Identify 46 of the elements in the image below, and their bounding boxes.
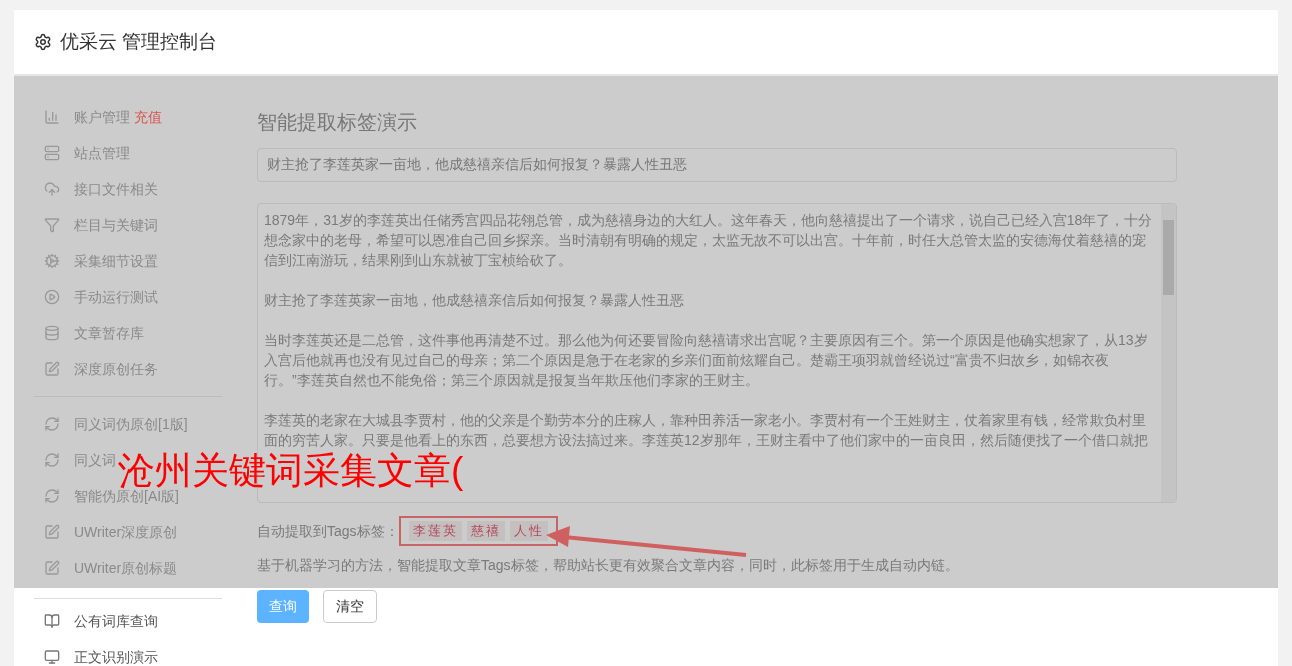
- sidebar-item[interactable]: 手动运行测试: [74, 286, 158, 308]
- tag[interactable]: 李莲英: [408, 521, 462, 541]
- bar-chart-icon: [44, 109, 60, 125]
- scrollbar[interactable]: [1161, 204, 1176, 502]
- app-title: 优采云 管理控制台: [60, 29, 218, 54]
- sidebar-item[interactable]: 正文识别演示: [74, 646, 158, 666]
- edit-icon: [44, 361, 60, 377]
- sidebar-item[interactable]: 同义词伪原创[1版]: [74, 413, 188, 435]
- sidebar-item[interactable]: 站点管理: [74, 142, 130, 164]
- article-paragraph: 李莲英的老家在大城县李贾村，他的父亲是个勤劳本分的庄稼人，靠种田养活一家老小。李贾村有一个王姓财主，仗着家里有钱，经常欺负村里面的穷苦人家。只要是他看上的东西，总要想方设法搞过来。李莲英12岁那年，王财主看中了他们家中的一亩良田，然后随便找了一个借口就把: [264, 411, 1149, 450]
- sidebar-item[interactable]: 深度原创任务: [74, 358, 158, 380]
- cloud-upload-icon: [44, 181, 60, 197]
- filter-icon: [44, 217, 60, 233]
- sidebar-item[interactable]: 账户管理: [74, 106, 130, 128]
- title-field[interactable]: 财主抢了李莲英家一亩地，他成慈禧亲信后如何报复？暴露人性丑恶: [257, 148, 1177, 182]
- query-button[interactable]: 查询: [257, 590, 309, 623]
- refresh-icon: [44, 416, 60, 432]
- server-icon: [44, 145, 60, 161]
- monitor-icon: [44, 649, 60, 665]
- description-text: 基于机器学习的方法，智能提取文章Tags标签，帮助站长更有效聚合文章内容，同时，此标签用于生成自动内链。: [257, 556, 960, 575]
- sidebar-item[interactable]: 采集细节设置: [74, 250, 158, 272]
- tag[interactable]: 慈禧: [466, 521, 505, 541]
- settings-icon: [34, 33, 52, 51]
- play-icon: [44, 289, 60, 305]
- sidebar-item[interactable]: 公有词库查询: [74, 610, 158, 632]
- database-icon: [44, 325, 60, 341]
- annotation-text: 沧州关键词采集文章(: [118, 453, 464, 489]
- sidebar-item[interactable]: 文章暂存库: [74, 322, 144, 344]
- refresh-icon: [44, 452, 60, 468]
- tag[interactable]: 人性: [509, 521, 548, 541]
- sidebar-item[interactable]: UWriter深度原创: [74, 521, 178, 543]
- edit-icon: [44, 560, 60, 576]
- sidebar-item[interactable]: UWriter原创标题: [74, 557, 178, 579]
- article-paragraph: 财主抢了李莲英家一亩地，他成慈禧亲信后如何报复？暴露人性丑恶: [264, 291, 685, 310]
- sidebar-item[interactable]: 同义词: [74, 449, 116, 471]
- gear-icon: [44, 253, 60, 269]
- article-paragraph: 当时李莲英还是二总管，这件事他再清楚不过。那么他为何还要冒险向慈禧请求出宫呢？主要原因有三个。第一个原因是他确实想家了，从13岁入宫后他就再也没有见过自己的母亲；第二个原因是急于在老家的乡亲们面前炫耀自己。楚霸王项羽就曾经说过“富贵不归故乡，如锦衣夜行。”李莲英自然也不能免俗；第三个原因就是报复当年欺压他们李家的王财主。: [264, 331, 1149, 390]
- page-title: 智能提取标签演示: [257, 110, 418, 134]
- edit-icon: [44, 524, 60, 540]
- clear-button[interactable]: 清空: [323, 590, 377, 623]
- book-icon: [44, 613, 60, 629]
- recharge-link[interactable]: 充值: [134, 106, 162, 128]
- article-paragraph: 1879年，31岁的李莲英出任储秀宫四品花翎总管，成为慈禧身边的大红人。这年春天，他向慈禧提出了一个请求，说自己已经入宫18年了，十分想念家中的老母，希望可以恩准自己回乡探亲。当时清朝有明确的规定，太监无故不可以出宫。十年前，时任大总管太监的安德海仗着慈禧的宠信到江南游玩，结果刚到山东就被丁宝桢给砍了。: [264, 211, 1154, 270]
- refresh-icon: [44, 488, 60, 504]
- tags-label: 自动提取到Tags标签：: [257, 521, 399, 541]
- sidebar-item[interactable]: 栏目与关键词: [74, 214, 158, 236]
